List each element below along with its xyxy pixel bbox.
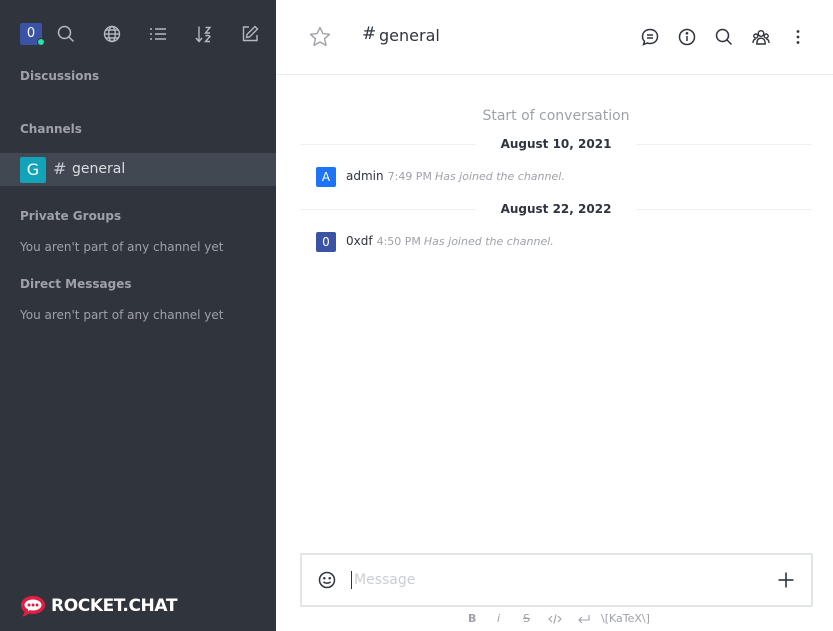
katex-button[interactable]: \[KaTeX\] [601, 612, 650, 626]
message-timestamp: 7:49 PM [387, 170, 432, 183]
search-icon[interactable] [56, 24, 76, 44]
avatar[interactable]: A [316, 167, 336, 187]
sidebar-toolbar: 0 [0, 0, 276, 68]
section-channels[interactable]: Channels [20, 122, 82, 136]
code-icon[interactable] [548, 612, 562, 626]
globe-icon[interactable] [102, 24, 122, 44]
multiline-icon[interactable] [577, 612, 591, 626]
direct-messages-empty-note: You aren't part of any channel yet [20, 308, 224, 322]
page-title: general [379, 26, 440, 45]
sidebar: 0 Discussions Channels G # general Priva… [0, 0, 276, 631]
list-icon[interactable] [148, 24, 168, 44]
logo-text: ROCKET.CHAT [51, 596, 178, 616]
day-divider-label: August 22, 2022 [476, 202, 636, 216]
message-system-text: Has joined the channel. [434, 170, 565, 183]
message-composer [300, 553, 813, 607]
sidebar-item-general[interactable]: G # general [0, 153, 276, 186]
section-private-groups[interactable]: Private Groups [20, 209, 121, 223]
info-icon[interactable] [677, 27, 697, 47]
kebab-menu-icon[interactable] [788, 27, 808, 47]
online-status-indicator [37, 38, 45, 46]
message-item[interactable]: A admin 7:49 PM Has joined the channel. [316, 167, 796, 187]
emoji-icon[interactable] [317, 570, 337, 590]
edit-icon[interactable] [240, 24, 260, 44]
sort-icon[interactable] [194, 24, 214, 44]
members-icon[interactable] [751, 27, 771, 47]
rocket-chat-logo: ROCKET.CHAT [19, 593, 177, 619]
private-groups-empty-note: You aren't part of any channel yet [20, 240, 224, 254]
channel-avatar: G [20, 157, 46, 183]
user-avatar-initial: 0 [26, 26, 36, 41]
start-of-conversation: Start of conversation [482, 108, 630, 124]
message-system-text: Has joined the channel. [423, 235, 554, 248]
room-header: # general [276, 0, 833, 75]
strike-button[interactable]: S [523, 612, 530, 626]
avatar[interactable]: 0 [316, 232, 336, 252]
room-view: # general Start of conversation August 1… [276, 0, 833, 631]
message-input[interactable] [354, 567, 754, 593]
message-body: admin 7:49 PM Has joined the channel. [346, 169, 565, 183]
message-username[interactable]: admin [346, 169, 384, 183]
section-discussions[interactable]: Discussions [20, 69, 99, 83]
sidebar-item-label: general [72, 161, 126, 177]
message-item[interactable]: 0 0xdf 4:50 PM Has joined the channel. [316, 232, 796, 252]
section-direct-messages[interactable]: Direct Messages [20, 277, 132, 291]
message-timestamp: 4:50 PM [376, 235, 421, 248]
message-body: 0xdf 4:50 PM Has joined the channel. [346, 234, 554, 248]
discussion-icon[interactable] [640, 27, 660, 47]
day-divider-label: August 10, 2021 [476, 137, 636, 151]
hash-icon: # [53, 159, 67, 178]
star-icon[interactable] [308, 25, 332, 49]
text-caret [351, 571, 352, 589]
plus-icon[interactable] [776, 570, 796, 590]
italic-button[interactable]: i [497, 612, 500, 626]
message-username[interactable]: 0xdf [346, 234, 373, 248]
search-icon[interactable] [714, 27, 734, 47]
bold-button[interactable]: B [468, 612, 476, 626]
rocket-logo-icon [21, 596, 45, 617]
user-avatar[interactable]: 0 [20, 23, 45, 46]
channel-hash-icon: # [362, 24, 377, 44]
